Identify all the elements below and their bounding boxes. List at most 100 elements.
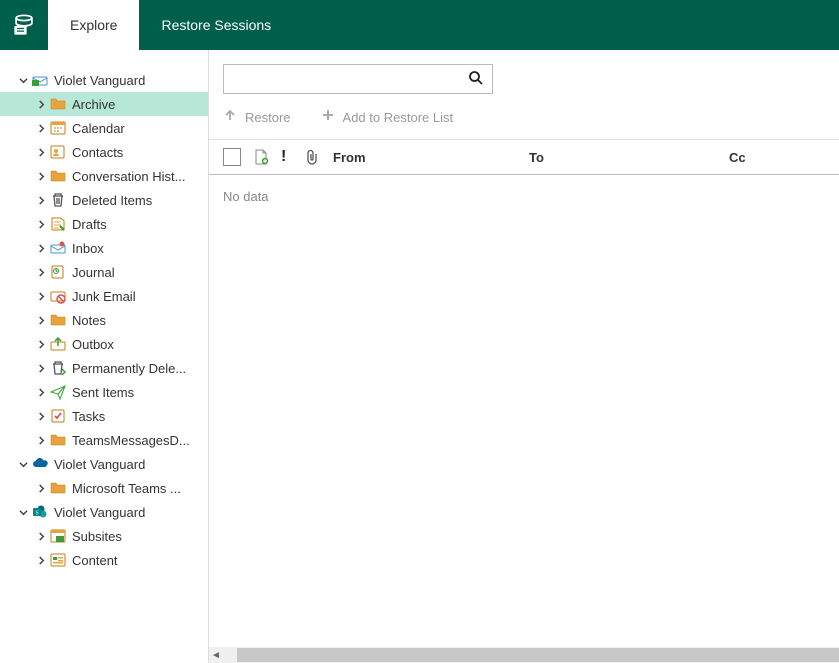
svg-text:S: S	[35, 511, 38, 517]
chevron-right-icon[interactable]	[36, 268, 46, 277]
drafts-icon	[50, 216, 66, 232]
search-input-wrapper[interactable]	[223, 64, 493, 94]
chevron-right-icon[interactable]	[36, 556, 46, 565]
trash-icon	[50, 192, 66, 208]
chevron-right-icon[interactable]	[36, 196, 46, 205]
tree-node-deleted-items[interactable]: Deleted Items	[0, 188, 208, 212]
chevron-right-icon[interactable]	[36, 316, 46, 325]
junk-icon	[50, 288, 66, 304]
importance-icon: !	[281, 148, 305, 166]
tree-node-outbox[interactable]: Outbox	[0, 332, 208, 356]
tree-node-label: Journal	[72, 265, 115, 280]
folder-icon	[50, 96, 66, 112]
restore-label: Restore	[245, 110, 291, 125]
tree-node-label: Deleted Items	[72, 193, 152, 208]
mailbox-icon	[32, 72, 48, 88]
tree-node-label: Subsites	[72, 529, 122, 544]
restore-arrow-icon	[223, 108, 237, 127]
calendar-icon	[50, 120, 66, 136]
tree-node-violet-vanguard[interactable]: S Violet Vanguard	[0, 500, 208, 524]
folder-icon	[50, 432, 66, 448]
tree-node-calendar[interactable]: Calendar	[0, 116, 208, 140]
new-item-icon	[253, 149, 281, 165]
column-from[interactable]: From	[333, 150, 529, 165]
tree-node-tasks[interactable]: Tasks	[0, 404, 208, 428]
chevron-down-icon[interactable]	[18, 460, 28, 469]
tree-node-label: Drafts	[72, 217, 107, 232]
grid-header: ! From To Cc	[209, 139, 839, 175]
horizontal-scrollbar[interactable]: ◄	[209, 647, 839, 663]
tree-node-junk-email[interactable]: Junk Email	[0, 284, 208, 308]
restore-button[interactable]: Restore	[223, 108, 291, 127]
toolbar: Restore Add to Restore List	[209, 108, 839, 139]
chevron-right-icon[interactable]	[36, 292, 46, 301]
chevron-right-icon[interactable]	[36, 436, 46, 445]
chevron-right-icon[interactable]	[36, 340, 46, 349]
tree-node-label: TeamsMessagesD...	[72, 433, 190, 448]
search-icon[interactable]	[468, 70, 484, 89]
tree-node-permanently-dele[interactable]: Permanently Dele...	[0, 356, 208, 380]
folder-icon	[50, 312, 66, 328]
tree-node-label: Tasks	[72, 409, 105, 424]
tree-node-contacts[interactable]: Contacts	[0, 140, 208, 164]
folder-icon	[50, 480, 66, 496]
tree-sidebar: Violet Vanguard Archive Calendar Contacts Co…	[0, 50, 209, 663]
sharepoint-icon: S	[32, 504, 48, 520]
column-cc[interactable]: Cc	[729, 150, 839, 165]
tree-node-conversation-hist[interactable]: Conversation Hist...	[0, 164, 208, 188]
tree-node-label: Archive	[72, 97, 115, 112]
tree-node-archive[interactable]: Archive	[0, 92, 208, 116]
chevron-right-icon[interactable]	[36, 364, 46, 373]
tree-node-label: Content	[72, 553, 118, 568]
tree-node-teamsmessagesd[interactable]: TeamsMessagesD...	[0, 428, 208, 452]
tree-node-label: Outbox	[72, 337, 114, 352]
chevron-right-icon[interactable]	[36, 412, 46, 421]
tree-node-label: Conversation Hist...	[72, 169, 185, 184]
chevron-right-icon[interactable]	[36, 220, 46, 229]
tree-node-label: Contacts	[72, 145, 123, 160]
tree-node-label: Violet Vanguard	[54, 73, 145, 88]
chevron-right-icon[interactable]	[36, 148, 46, 157]
tree-node-label: Notes	[72, 313, 106, 328]
chevron-right-icon[interactable]	[36, 484, 46, 493]
add-to-restore-list-button[interactable]: Add to Restore List	[321, 108, 454, 127]
chevron-right-icon[interactable]	[36, 244, 46, 253]
tree-node-violet-vanguard[interactable]: Violet Vanguard	[0, 68, 208, 92]
content-icon	[50, 552, 66, 568]
outbox-icon	[50, 336, 66, 352]
add-label: Add to Restore List	[343, 110, 454, 125]
tree-node-label: Violet Vanguard	[54, 505, 145, 520]
chevron-right-icon[interactable]	[36, 532, 46, 541]
tree-node-sent-items[interactable]: Sent Items	[0, 380, 208, 404]
scroll-left-icon[interactable]: ◄	[209, 650, 223, 661]
contacts-icon	[50, 144, 66, 160]
tree-node-content[interactable]: Content	[0, 548, 208, 572]
chevron-down-icon[interactable]	[18, 508, 28, 517]
column-to[interactable]: To	[529, 150, 729, 165]
chevron-right-icon[interactable]	[36, 172, 46, 181]
tree-node-drafts[interactable]: Drafts	[0, 212, 208, 236]
tree-node-label: Junk Email	[72, 289, 136, 304]
select-all-checkbox[interactable]	[223, 148, 241, 166]
onedrive-icon	[32, 456, 48, 472]
tree-node-microsoft-teams[interactable]: Microsoft Teams ...	[0, 476, 208, 500]
tree-node-label: Calendar	[72, 121, 125, 136]
tree-node-journal[interactable]: Journal	[0, 260, 208, 284]
tree-node-inbox[interactable]: Inbox	[0, 236, 208, 260]
tree-node-subsites[interactable]: Subsites	[0, 524, 208, 548]
tasks-icon	[50, 408, 66, 424]
chevron-down-icon[interactable]	[18, 76, 28, 85]
tree-node-label: Inbox	[72, 241, 104, 256]
chevron-right-icon[interactable]	[36, 388, 46, 397]
tab-explore[interactable]: Explore	[48, 0, 139, 50]
plus-icon	[321, 108, 335, 127]
scroll-thumb[interactable]	[237, 648, 839, 662]
subsites-icon	[50, 528, 66, 544]
tree-node-notes[interactable]: Notes	[0, 308, 208, 332]
tree-node-violet-vanguard[interactable]: Violet Vanguard	[0, 452, 208, 476]
chevron-right-icon[interactable]	[36, 124, 46, 133]
chevron-right-icon[interactable]	[36, 100, 46, 109]
search-input[interactable]	[232, 72, 468, 87]
tab-restore-sessions[interactable]: Restore Sessions	[139, 0, 293, 50]
trash-arrow-icon	[50, 360, 66, 376]
